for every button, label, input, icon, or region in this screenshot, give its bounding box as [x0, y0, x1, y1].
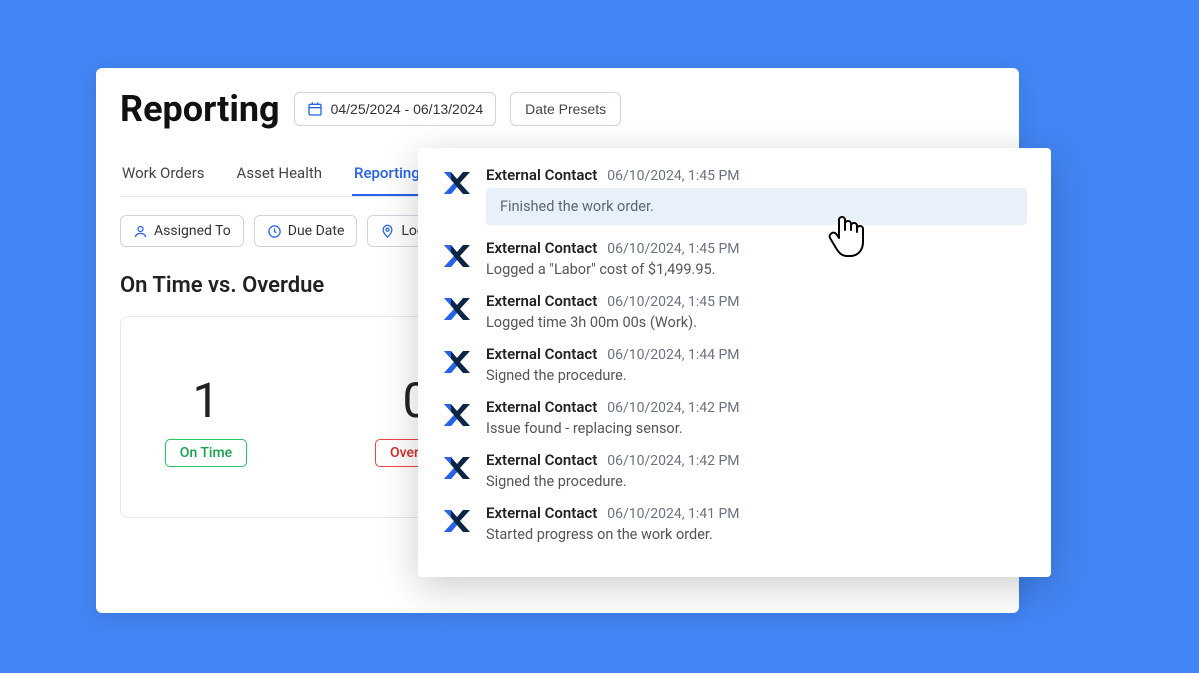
timeline-description: Started progress on the work order. — [486, 526, 1027, 543]
timeline-timestamp: 06/10/2024, 1:45 PM — [607, 168, 739, 184]
timeline-entry: External Contact 06/10/2024, 1:45 PM Finis… — [442, 166, 1027, 225]
timeline-timestamp: 06/10/2024, 1:44 PM — [607, 347, 739, 363]
timeline-entry: External Contact 06/10/2024, 1:44 PM Signe… — [442, 345, 1027, 384]
filter-due-date-label: Due Date — [288, 223, 345, 239]
timeline-timestamp: 06/10/2024, 1:41 PM — [607, 506, 739, 522]
timeline-description: Logged a "Labor" cost of $1,499.95. — [486, 261, 1027, 278]
timeline-contact-name: External Contact — [486, 166, 597, 184]
clock-icon — [267, 224, 282, 239]
timeline-entry: External Contact 06/10/2024, 1:45 PM Logge… — [442, 292, 1027, 331]
timeline-contact-name: External Contact — [486, 504, 597, 522]
timeline-timestamp: 06/10/2024, 1:42 PM — [607, 400, 739, 416]
timeline-body: External Contact 06/10/2024, 1:45 PM Logge… — [486, 292, 1027, 331]
timeline-body: External Contact 06/10/2024, 1:42 PM Issue… — [486, 398, 1027, 437]
brand-x-icon — [442, 506, 472, 536]
timeline-head: External Contact 06/10/2024, 1:42 PM — [486, 451, 1027, 469]
timeline-description: Issue found - replacing sensor. — [486, 420, 1027, 437]
stat-ontime-badge: On Time — [165, 439, 247, 467]
brand-x-icon — [442, 241, 472, 271]
timeline-entry: External Contact 06/10/2024, 1:42 PM Signe… — [442, 451, 1027, 490]
brand-x-icon — [442, 347, 472, 377]
timeline-description[interactable]: Finished the work order. — [486, 188, 1027, 225]
brand-x-icon — [442, 400, 472, 430]
timeline-head: External Contact 06/10/2024, 1:45 PM — [486, 166, 1027, 184]
timeline-description: Signed the procedure. — [486, 367, 1027, 384]
timeline-entry: External Contact 06/10/2024, 1:42 PM Issue… — [442, 398, 1027, 437]
filter-assigned-to[interactable]: Assigned To — [120, 215, 244, 247]
timeline-head: External Contact 06/10/2024, 1:44 PM — [486, 345, 1027, 363]
timeline-description: Signed the procedure. — [486, 473, 1027, 490]
timeline-body: External Contact 06/10/2024, 1:45 PM Finis… — [486, 166, 1027, 225]
timeline-entry: External Contact 06/10/2024, 1:45 PM Logge… — [442, 239, 1027, 278]
calendar-icon — [307, 101, 323, 117]
tab-work-orders[interactable]: Work Orders — [120, 154, 207, 196]
tab-asset-health[interactable]: Asset Health — [235, 154, 324, 196]
timeline-entry: External Contact 06/10/2024, 1:41 PM Start… — [442, 504, 1027, 543]
timeline-body: External Contact 06/10/2024, 1:45 PM Logge… — [486, 239, 1027, 278]
timeline-contact-name: External Contact — [486, 451, 597, 469]
brand-x-icon — [442, 453, 472, 483]
stat-ontime: 1 On Time — [141, 372, 271, 467]
brand-x-icon — [442, 294, 472, 324]
page-title: Reporting — [120, 88, 280, 130]
timeline-head: External Contact 06/10/2024, 1:41 PM — [486, 504, 1027, 522]
timeline-contact-name: External Contact — [486, 345, 597, 363]
activity-timeline-panel: External Contact 06/10/2024, 1:45 PM Finis… — [418, 148, 1051, 577]
timeline-timestamp: 06/10/2024, 1:45 PM — [607, 294, 739, 310]
timeline-contact-name: External Contact — [486, 292, 597, 310]
date-presets-button[interactable]: Date Presets — [510, 92, 621, 126]
tab-reporting[interactable]: Reporting — [352, 154, 422, 196]
timeline-body: External Contact 06/10/2024, 1:44 PM Signe… — [486, 345, 1027, 384]
brand-x-icon — [442, 168, 472, 198]
timeline-body: External Contact 06/10/2024, 1:42 PM Signe… — [486, 451, 1027, 490]
pin-icon — [380, 224, 395, 239]
user-icon — [133, 224, 148, 239]
timeline-head: External Contact 06/10/2024, 1:42 PM — [486, 398, 1027, 416]
date-range-text: 04/25/2024 - 06/13/2024 — [331, 101, 484, 117]
header-row: Reporting 04/25/2024 - 06/13/2024 Date P… — [120, 88, 995, 130]
timeline-contact-name: External Contact — [486, 398, 597, 416]
timeline-contact-name: External Contact — [486, 239, 597, 257]
timeline-timestamp: 06/10/2024, 1:42 PM — [607, 453, 739, 469]
timeline-head: External Contact 06/10/2024, 1:45 PM — [486, 239, 1027, 257]
timeline-timestamp: 06/10/2024, 1:45 PM — [607, 241, 739, 257]
stat-ontime-value: 1 — [193, 372, 220, 429]
filter-due-date[interactable]: Due Date — [254, 215, 358, 247]
timeline-body: External Contact 06/10/2024, 1:41 PM Start… — [486, 504, 1027, 543]
timeline-description: Logged time 3h 00m 00s (Work). — [486, 314, 1027, 331]
date-range-button[interactable]: 04/25/2024 - 06/13/2024 — [294, 92, 497, 126]
filter-assigned-to-label: Assigned To — [154, 223, 231, 239]
timeline-head: External Contact 06/10/2024, 1:45 PM — [486, 292, 1027, 310]
